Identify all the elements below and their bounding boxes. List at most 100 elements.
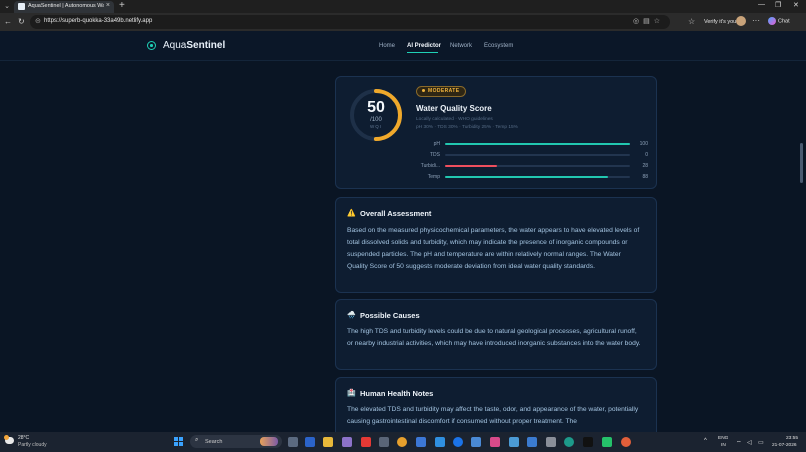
section-body: Based on the measured physicochemical pa… — [347, 227, 640, 270]
bar-track-ph — [445, 143, 630, 145]
favorites-icon[interactable]: ☆ — [688, 17, 695, 26]
wifi-icon[interactable]: ⌔ — [736, 439, 742, 447]
terminal-icon[interactable] — [583, 437, 593, 447]
url-text[interactable]: https://superb-quokka-33a49b.netlify.app — [44, 18, 152, 24]
tab-actions-chevron-icon[interactable]: ⌄ — [3, 2, 11, 11]
more-menu-icon[interactable]: ··· — [752, 16, 760, 25]
app-icon[interactable] — [621, 437, 631, 447]
nav-ai-predictor[interactable]: AI Predictor — [407, 43, 441, 49]
camera-icon[interactable] — [379, 437, 389, 447]
logo-icon[interactable] — [147, 41, 156, 50]
app-icon[interactable] — [471, 437, 481, 447]
app-icon[interactable] — [546, 437, 556, 447]
close-window-icon[interactable]: ✕ — [793, 1, 799, 9]
language-code[interactable]: ENG — [718, 436, 728, 441]
facebook-icon[interactable] — [453, 437, 463, 447]
back-icon[interactable]: ← — [4, 17, 12, 26]
reload-icon[interactable]: ↻ — [18, 17, 25, 26]
whatsapp-icon[interactable] — [602, 437, 612, 447]
tab-close-icon[interactable]: × — [106, 2, 110, 9]
score-weights: pH 30% · TDS 30% · Turbidity 25% · Temp … — [416, 125, 518, 130]
weather-description[interactable]: Partly cloudy — [18, 442, 47, 448]
storm-icon: 🌧️ — [347, 312, 356, 319]
search-highlight-icon — [260, 437, 278, 446]
status-badge-label: MODERATE — [428, 88, 460, 94]
taskbar: 28°C Partly cloudy ⌕ Search ^ ENG IN ⌔ ◁… — [0, 432, 806, 452]
battery-icon[interactable]: ▭ — [758, 439, 764, 446]
new-tab-icon[interactable]: + — [119, 0, 125, 11]
bar-label-ph: pH — [433, 141, 440, 147]
youtube-icon[interactable] — [361, 437, 371, 447]
site-info-icon[interactable]: ⊝ — [35, 17, 41, 25]
reader-icon[interactable]: ▤ — [643, 18, 654, 25]
nav-home[interactable]: Home — [379, 43, 395, 49]
possible-causes-card: 🌧️ Possible Causes The high TDS and turb… — [335, 299, 657, 370]
file-explorer-icon[interactable] — [323, 437, 333, 447]
bar-fill-temp — [445, 176, 608, 178]
mail-icon[interactable] — [435, 437, 445, 447]
chat-label: Chat — [778, 18, 790, 25]
weather-icon[interactable] — [4, 435, 14, 444]
bar-track-turbidity — [445, 165, 630, 167]
human-health-notes-card: 🏥 Human Health Notes The elevated TDS an… — [335, 377, 657, 432]
bar-track-tds — [445, 154, 630, 156]
volume-icon[interactable]: ◁ — [747, 439, 752, 446]
warning-icon: ⚠️ — [347, 210, 356, 217]
start-button[interactable] — [174, 437, 183, 446]
start-tile — [174, 442, 178, 446]
nav-ecosystem[interactable]: Ecosystem — [484, 43, 513, 49]
minimize-icon[interactable]: — — [758, 1, 765, 8]
copilot-icon — [768, 17, 776, 25]
status-badge: MODERATE — [416, 86, 467, 97]
language-region[interactable]: IN — [721, 443, 726, 448]
task-view-icon[interactable] — [288, 437, 298, 447]
active-nav-indicator — [407, 52, 438, 53]
app-icon[interactable] — [509, 437, 519, 447]
search-icon: ⌕ — [195, 437, 199, 443]
health-icon: 🏥 — [347, 390, 356, 397]
start-tile — [179, 442, 183, 446]
chrome-icon[interactable] — [397, 437, 407, 447]
app-icon[interactable] — [416, 437, 426, 447]
water-quality-score-card: 50 /100 WQI MODERATE Water Quality Score… — [335, 76, 657, 189]
site-navbar: AquaSentinel Home AI Predictor Network E… — [0, 31, 806, 61]
bar-track-temp — [445, 176, 630, 178]
avatar[interactable] — [736, 16, 746, 26]
app-icon[interactable] — [342, 437, 352, 447]
app-icon[interactable] — [490, 437, 500, 447]
score-value: 50 — [367, 99, 385, 116]
start-tile — [174, 437, 178, 441]
word-icon[interactable] — [305, 437, 315, 447]
address-bar[interactable]: ⊝ https://superb-quokka-33a49b.netlify.a… — [30, 15, 670, 29]
weather-temperature[interactable]: 28°C — [18, 435, 29, 441]
bar-value-tds: 0 — [645, 152, 648, 158]
brand-prefix: Aqua — [163, 40, 187, 51]
section-body: The high TDS and turbidity levels could … — [347, 328, 641, 347]
bar-label-tds: TDS — [430, 152, 440, 158]
app-icon[interactable] — [527, 437, 537, 447]
section-body: The elevated TDS and turbidity may affec… — [347, 406, 639, 425]
maximize-icon[interactable]: ❐ — [775, 1, 781, 9]
bar-fill-ph — [445, 143, 630, 145]
tray-overflow-icon[interactable]: ^ — [704, 438, 707, 444]
browser-tab[interactable]: AquaSentinel | Autonomous Wat... × — [14, 1, 114, 13]
copilot-chat-button[interactable]: Chat — [768, 17, 804, 27]
clock-time[interactable]: 23:55 — [786, 436, 798, 441]
favorite-star-icon[interactable]: ☆ — [654, 18, 664, 25]
clock-date[interactable]: 21-07-2026 — [772, 443, 797, 448]
profile-verify-label[interactable]: Verify it's you — [704, 19, 736, 25]
page-scrollbar[interactable] — [800, 143, 803, 183]
address-actions[interactable]: ◎▤☆ — [633, 17, 664, 25]
taskbar-search[interactable]: ⌕ Search — [190, 435, 282, 448]
web-page: AquaSentinel Home AI Predictor Network E… — [0, 31, 806, 432]
edge-icon[interactable] — [564, 437, 574, 447]
nav-network[interactable]: Network — [450, 43, 472, 49]
location-icon[interactable]: ◎ — [633, 18, 643, 25]
score-method-note: Locally calculated · WHO guidelines — [416, 117, 493, 122]
bar-value-turbidity: 28 — [642, 163, 648, 169]
section-title: Possible Causes — [360, 311, 420, 320]
tab-favicon-icon — [18, 3, 25, 10]
search-placeholder: Search — [205, 439, 223, 445]
site-logo[interactable]: AquaSentinel — [163, 40, 225, 51]
overall-assessment-card: ⚠️ Overall Assessment Based on the measu… — [335, 197, 657, 293]
